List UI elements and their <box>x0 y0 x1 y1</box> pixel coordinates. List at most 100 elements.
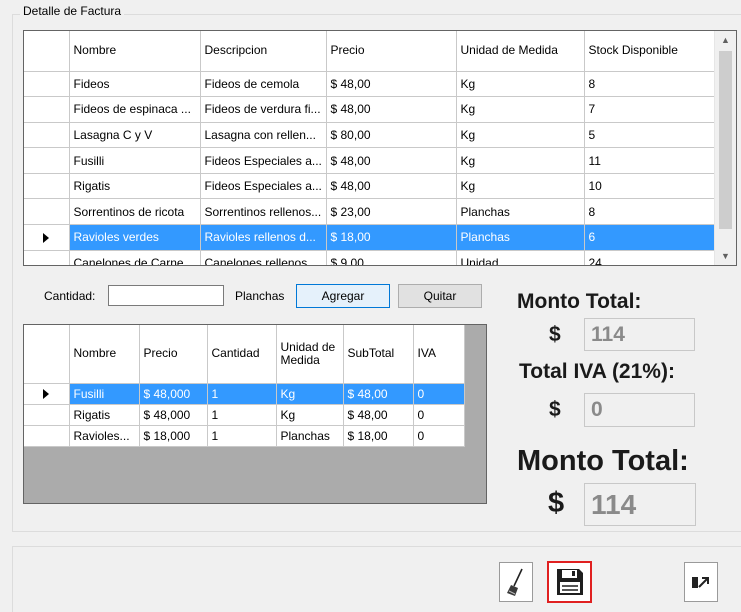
table-row[interactable]: Fideos Fideos de cemola $ 48,00 Kg 8 <box>24 71 715 98</box>
cell-unidad[interactable]: Kg <box>276 383 344 405</box>
cell-precio[interactable]: $ 9,00 <box>326 250 457 265</box>
column-header-iva[interactable]: IVA <box>413 325 465 384</box>
cell-nombre[interactable]: Fusilli <box>69 383 140 405</box>
cell-stock[interactable]: 7 <box>584 96 715 123</box>
column-header-subtotal[interactable]: SubTotal <box>343 325 414 384</box>
column-header-precio[interactable]: Precio <box>326 31 457 72</box>
cell-precio[interactable]: $ 48,000 <box>139 383 208 405</box>
row-header[interactable] <box>24 383 70 405</box>
cell-nombre[interactable]: Rigatis <box>69 404 140 426</box>
cell-iva[interactable]: 0 <box>413 404 465 426</box>
cell-stock[interactable]: 8 <box>584 198 715 226</box>
column-header-stock[interactable]: Stock Disponible <box>584 31 715 72</box>
cell-descripcion[interactable]: Ravioles rellenos d... <box>200 224 327 251</box>
table-row[interactable]: Ravioles verdes Ravioles rellenos d... $ 1… <box>24 224 715 251</box>
column-header-cantidad[interactable]: Cantidad <box>207 325 277 384</box>
cell-unidad[interactable]: Unidad <box>456 250 585 265</box>
cell-precio[interactable]: $ 48,00 <box>326 96 457 123</box>
cell-cantidad[interactable]: 1 <box>207 425 277 447</box>
quantity-input[interactable] <box>108 285 224 306</box>
table-row[interactable]: Canelones de Carne Canelones rellenos ...… <box>24 250 715 265</box>
cell-stock[interactable]: 24 <box>584 250 715 265</box>
scroll-up-icon[interactable]: ▲ <box>715 31 736 49</box>
cell-unidad[interactable]: Kg <box>276 404 344 426</box>
cell-subtotal[interactable]: $ 18,00 <box>343 425 414 447</box>
cell-nombre[interactable]: Ravioles... <box>69 425 140 447</box>
products-grid[interactable]: Nombre Descripcion Precio Unidad de Medi… <box>23 30 737 266</box>
row-header[interactable] <box>24 96 70 123</box>
clear-button[interactable] <box>499 562 533 602</box>
row-header[interactable] <box>24 147 70 174</box>
cell-descripcion[interactable]: Fideos de verdura fi... <box>200 96 327 123</box>
table-row[interactable]: Lasagna C y V Lasagna con rellen... $ 80,0… <box>24 122 715 149</box>
column-header-descripcion[interactable]: Descripcion <box>200 31 327 72</box>
cell-stock[interactable]: 8 <box>584 71 715 98</box>
cell-unidad[interactable]: Planchas <box>276 425 344 447</box>
cell-descripcion[interactable]: Fideos Especiales a... <box>200 173 327 200</box>
cell-descripcion[interactable]: Canelones rellenos ... <box>200 250 327 265</box>
column-header-unidad[interactable]: Unidad de Medida <box>456 31 585 72</box>
cell-descripcion[interactable]: Fideos Especiales a... <box>200 147 327 174</box>
cell-precio[interactable]: $ 23,00 <box>326 198 457 226</box>
column-header-unidad[interactable]: Unidad de Medida <box>276 325 344 384</box>
cell-iva[interactable]: 0 <box>413 383 465 405</box>
cell-iva[interactable]: 0 <box>413 425 465 447</box>
cell-descripcion[interactable]: Fideos de cemola <box>200 71 327 98</box>
row-header[interactable] <box>24 404 70 426</box>
cell-unidad[interactable]: Kg <box>456 122 585 149</box>
cell-subtotal[interactable]: $ 48,00 <box>343 383 414 405</box>
cell-nombre[interactable]: Ravioles verdes <box>69 224 201 251</box>
exit-button[interactable] <box>684 562 718 602</box>
cell-precio[interactable]: $ 18,000 <box>139 425 208 447</box>
cell-nombre[interactable]: Fideos <box>69 71 201 98</box>
products-grid-scrollbar[interactable]: ▲ ▼ <box>714 31 736 265</box>
cell-nombre[interactable]: Sorrentinos de ricota <box>69 198 201 226</box>
table-row[interactable]: Ravioles... $ 18,000 1 Planchas $ 18,00 0 <box>24 425 465 447</box>
table-row[interactable]: Fusilli Fideos Especiales a... $ 48,00 Kg 11 <box>24 147 715 174</box>
cell-cantidad[interactable]: 1 <box>207 404 277 426</box>
add-button[interactable]: Agregar <box>296 284 390 308</box>
cell-precio[interactable]: $ 80,00 <box>326 122 457 149</box>
cell-unidad[interactable]: Kg <box>456 71 585 98</box>
cell-subtotal[interactable]: $ 48,00 <box>343 404 414 426</box>
table-row[interactable]: Sorrentinos de ricota Sorrentinos relleno… <box>24 198 715 226</box>
iva-value-field[interactable]: 0 <box>584 393 695 427</box>
cell-unidad[interactable]: Kg <box>456 173 585 200</box>
row-header[interactable] <box>24 198 70 226</box>
invoice-lines-grid[interactable]: Nombre Precio Cantidad Unidad de Medida … <box>23 324 487 504</box>
column-header-precio[interactable]: Precio <box>139 325 208 384</box>
row-header[interactable] <box>24 425 70 447</box>
cell-nombre[interactable]: Fusilli <box>69 147 201 174</box>
cell-descripcion[interactable]: Sorrentinos rellenos... <box>200 198 327 226</box>
cell-unidad[interactable]: Planchas <box>456 198 585 226</box>
cell-nombre[interactable]: Fideos de espinaca ... <box>69 96 201 123</box>
row-header[interactable] <box>24 250 70 265</box>
table-row[interactable]: Rigatis Fideos Especiales a... $ 48,00 Kg 10 <box>24 173 715 200</box>
final-total-value-field[interactable]: 114 <box>584 483 696 526</box>
cell-nombre[interactable]: Canelones de Carne <box>69 250 201 265</box>
cell-nombre[interactable]: Lasagna C y V <box>69 122 201 149</box>
cell-precio[interactable]: $ 48,000 <box>139 404 208 426</box>
cell-descripcion[interactable]: Lasagna con rellen... <box>200 122 327 149</box>
cell-precio[interactable]: $ 48,00 <box>326 173 457 200</box>
cell-stock[interactable]: 11 <box>584 147 715 174</box>
table-row[interactable]: Fusilli $ 48,000 1 Kg $ 48,00 0 <box>24 383 465 405</box>
cell-cantidad[interactable]: 1 <box>207 383 277 405</box>
total-value-field[interactable]: 114 <box>584 318 695 351</box>
cell-unidad[interactable]: Kg <box>456 96 585 123</box>
cell-stock[interactable]: 6 <box>584 224 715 251</box>
scroll-thumb[interactable] <box>719 51 732 229</box>
cell-stock[interactable]: 5 <box>584 122 715 149</box>
cell-nombre[interactable]: Rigatis <box>69 173 201 200</box>
column-header-nombre[interactable]: Nombre <box>69 31 201 72</box>
table-row[interactable]: Rigatis $ 48,000 1 Kg $ 48,00 0 <box>24 404 465 426</box>
column-header-nombre[interactable]: Nombre <box>69 325 140 384</box>
remove-button[interactable]: Quitar <box>398 284 482 308</box>
row-header[interactable] <box>24 224 70 251</box>
cell-unidad[interactable]: Kg <box>456 147 585 174</box>
row-header[interactable] <box>24 173 70 200</box>
cell-precio[interactable]: $ 48,00 <box>326 71 457 98</box>
cell-unidad[interactable]: Planchas <box>456 224 585 251</box>
cell-stock[interactable]: 10 <box>584 173 715 200</box>
cell-precio[interactable]: $ 48,00 <box>326 147 457 174</box>
